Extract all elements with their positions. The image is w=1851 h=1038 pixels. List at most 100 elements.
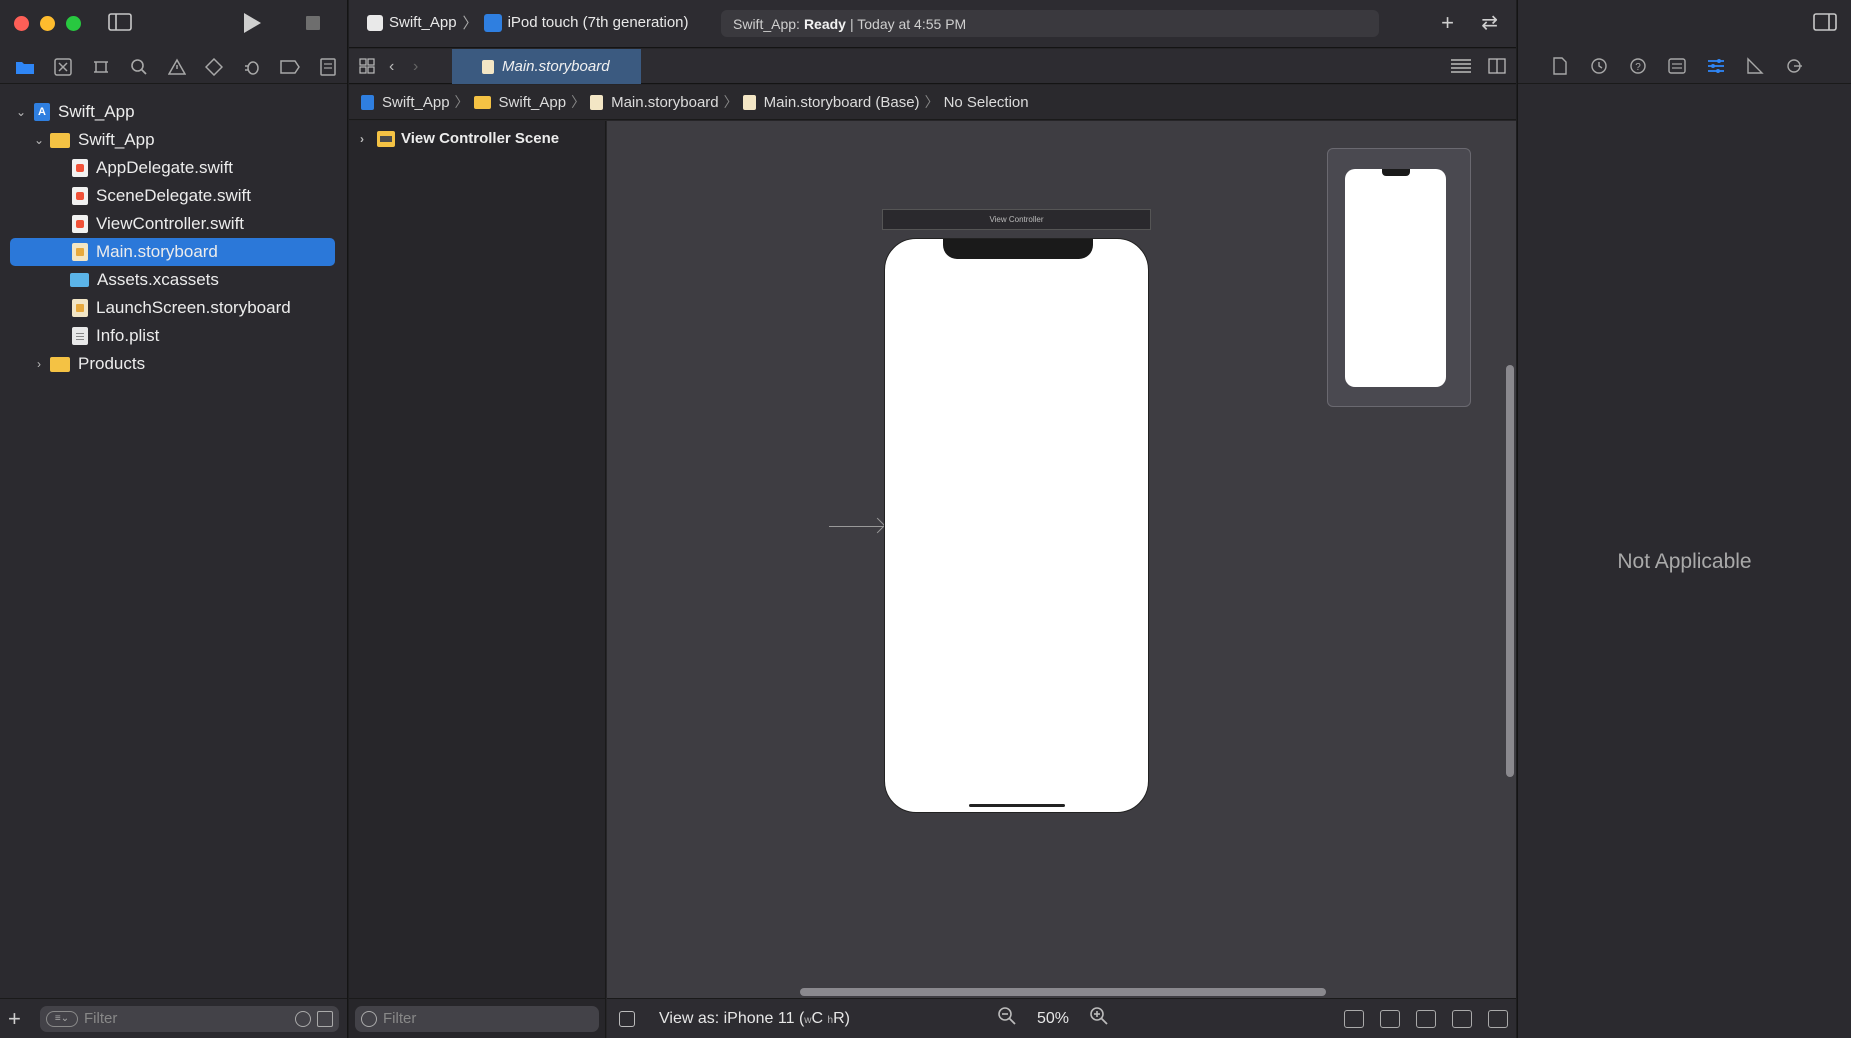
attributes-inspector-tab[interactable]: [1696, 57, 1735, 75]
chevron-down-icon[interactable]: ⌄: [14, 105, 28, 119]
inspector-tabs: ?: [1518, 49, 1851, 84]
history-inspector-tab[interactable]: [1579, 57, 1618, 75]
warning-icon: [167, 57, 186, 75]
report-navigator-tab[interactable]: [309, 50, 347, 84]
chevron-right-icon[interactable]: ›: [32, 357, 46, 371]
add-file-button[interactable]: +: [8, 1006, 34, 1032]
tree-item-scenedelegate[interactable]: SceneDelegate.swift: [0, 182, 347, 210]
navigator-filter-bar: + ≡⌄ Filter: [0, 998, 347, 1038]
xcode-project-icon: A: [34, 103, 50, 121]
find-navigator-tab[interactable]: [120, 50, 158, 84]
breakpoint-navigator-tab[interactable]: [271, 50, 309, 84]
toggle-navigator-button[interactable]: [108, 13, 132, 31]
project-tree: ⌄ A Swift_App ⌄ Swift_App AppDelegate.sw…: [0, 98, 347, 378]
initial-view-controller-arrow[interactable]: [829, 526, 885, 527]
tab-main-storyboard[interactable]: Main.storyboard: [452, 49, 641, 84]
sidebar-right-icon: [1813, 13, 1837, 31]
size-inspector-tab[interactable]: [1735, 57, 1774, 75]
filter-icon: [361, 1010, 377, 1027]
minimize-window-button[interactable]: [40, 16, 55, 31]
close-window-button[interactable]: [14, 16, 29, 31]
project-navigator-tab[interactable]: [6, 50, 44, 84]
tree-item-assets[interactable]: Assets.xcassets: [0, 266, 347, 294]
add-constraints-icon[interactable]: [1416, 1009, 1436, 1028]
activity-status: Swift_App: Ready | Today at 4:55 PM: [721, 10, 1379, 37]
connections-icon: [1786, 59, 1802, 73]
help-inspector-tab[interactable]: ?: [1618, 57, 1657, 75]
connections-inspector-tab[interactable]: [1774, 57, 1813, 75]
chevron-right-icon: 〉: [454, 94, 469, 110]
grid-icon[interactable]: [359, 58, 375, 79]
debug-navigator-tab[interactable]: [233, 50, 271, 84]
chevron-right-icon[interactable]: ›: [413, 58, 418, 76]
scheme-name: Swift_App: [389, 14, 457, 31]
breadcrumb-localization[interactable]: Main.storyboard (Base): [742, 94, 920, 111]
breadcrumb-selection[interactable]: No Selection: [944, 94, 1029, 111]
vertical-scrollbar[interactable]: [1506, 365, 1514, 777]
test-navigator-tab[interactable]: [195, 50, 233, 84]
resolve-issues-icon[interactable]: [1452, 1009, 1472, 1028]
view-controller-title-bar[interactable]: View Controller: [882, 209, 1151, 230]
storyboard-canvas[interactable]: View Controller: [607, 121, 1516, 998]
stop-button[interactable]: [305, 15, 321, 31]
project-navigator: ⌄ A Swift_App ⌄ Swift_App AppDelegate.sw…: [0, 0, 348, 1038]
tree-item-launchscreen[interactable]: LaunchScreen.storyboard: [0, 294, 347, 322]
file-inspector-tab[interactable]: [1540, 57, 1579, 75]
toggle-inspector-button[interactable]: [1813, 13, 1837, 31]
editor-options-icon[interactable]: [1450, 58, 1472, 79]
window-titlebar-left: [0, 0, 347, 48]
tree-item-group-swift-app[interactable]: ⌄ Swift_App: [0, 126, 347, 154]
main-toolbar: Swift_App 〉 iPod touch (7th generation) …: [349, 0, 1516, 48]
source-control-filter-icon[interactable]: [317, 1010, 333, 1027]
update-frames-icon[interactable]: [1344, 1009, 1364, 1028]
zoom-out-button[interactable]: [997, 1006, 1017, 1031]
zoom-in-button[interactable]: [1089, 1006, 1109, 1031]
source-control-icon: [54, 57, 72, 76]
tree-item-project[interactable]: ⌄ A Swift_App: [0, 98, 347, 126]
zoom-window-button[interactable]: [66, 16, 81, 31]
tree-item-viewcontroller[interactable]: ViewController.swift: [0, 210, 347, 238]
source-control-navigator-tab[interactable]: [44, 50, 82, 84]
chevron-down-icon[interactable]: ⌄: [32, 133, 46, 147]
report-icon: [320, 57, 336, 76]
canvas-bottom-bar: View as: iPhone 11 (wC hR) 50%: [607, 998, 1516, 1038]
status-prefix: Swift_App:: [733, 15, 800, 32]
code-review-button[interactable]: ⇄: [1481, 10, 1498, 35]
tree-item-label: Products: [78, 354, 146, 373]
outline-item-view-controller-scene[interactable]: › View Controller Scene: [355, 130, 559, 147]
symbol-navigator-tab[interactable]: [82, 50, 120, 84]
swift-file-icon: [72, 187, 88, 205]
tree-item-label: SceneDelegate.swift: [96, 186, 251, 205]
breadcrumb-project[interactable]: Swift_App: [361, 94, 450, 111]
filter-options-icon[interactable]: ≡⌄: [46, 1010, 78, 1027]
view-as-device-button[interactable]: View as: iPhone 11 (wC hR): [659, 1010, 850, 1028]
tree-item-info-plist[interactable]: Info.plist: [0, 322, 347, 350]
canvas-minimap[interactable]: [1327, 148, 1471, 407]
align-icon[interactable]: [1380, 1009, 1400, 1028]
chevron-left-icon[interactable]: ‹: [389, 58, 394, 76]
test-icon: [205, 57, 224, 76]
issue-navigator-tab[interactable]: [158, 50, 196, 84]
chevron-right-icon: 〉: [571, 94, 586, 110]
scheme-selector[interactable]: Swift_App 〉 iPod touch (7th generation): [367, 12, 689, 33]
chevron-right-icon[interactable]: ›: [355, 132, 369, 146]
tree-item-products[interactable]: › Products: [0, 350, 347, 378]
breadcrumb-group[interactable]: Swift_App: [473, 94, 566, 111]
outline-filter-field[interactable]: Filter: [355, 1005, 599, 1032]
navigator-filter-field[interactable]: ≡⌄ Filter: [40, 1005, 339, 1032]
tree-item-appdelegate[interactable]: AppDelegate.swift: [0, 154, 347, 182]
tree-item-main-storyboard[interactable]: Main.storyboard: [10, 238, 335, 266]
toggle-outline-button[interactable]: [619, 1010, 635, 1027]
breadcrumb-file[interactable]: Main.storyboard: [590, 94, 719, 111]
search-icon: [130, 58, 147, 75]
run-button[interactable]: [242, 12, 262, 34]
split-editor-icon[interactable]: [1488, 58, 1506, 79]
inspector-empty-state: Not Applicable: [1617, 550, 1752, 573]
view-controller-scene[interactable]: [884, 238, 1149, 813]
recent-files-icon[interactable]: [295, 1010, 311, 1027]
embed-in-icon[interactable]: [1488, 1009, 1508, 1028]
identity-inspector-tab[interactable]: [1657, 58, 1696, 74]
tree-item-label: Swift_App: [58, 102, 135, 121]
library-button[interactable]: +: [1441, 10, 1454, 36]
horizontal-scrollbar[interactable]: [800, 988, 1326, 996]
